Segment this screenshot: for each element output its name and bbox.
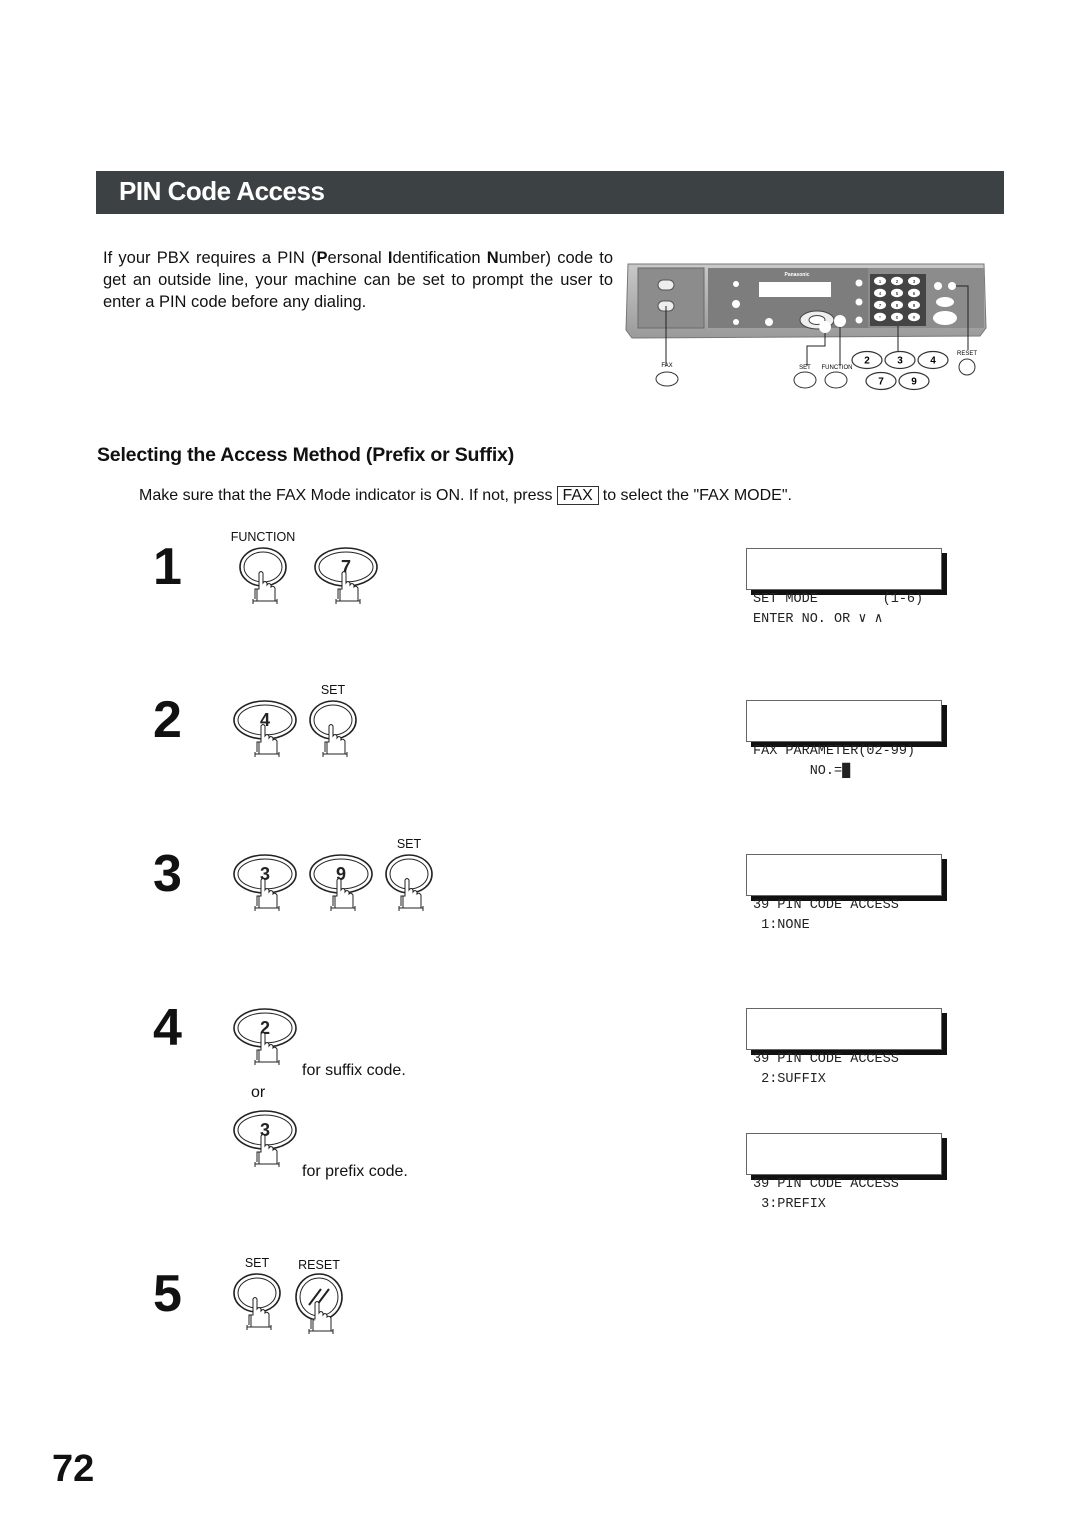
button-label: FUNCTION <box>230 530 296 544</box>
lcd-display-suffix: 39 PIN CODE ACCESS 2:SUFFIX <box>746 1008 942 1087</box>
panel-lcd-screen <box>759 282 831 297</box>
panel-indicator <box>732 300 740 308</box>
panel-reset-button <box>948 282 956 290</box>
set-button[interactable] <box>384 853 434 935</box>
step-number: 1 <box>153 538 182 596</box>
or-label: or <box>251 1084 266 1101</box>
suffix-caption: for suffix code. <box>302 1062 406 1079</box>
key-7-button[interactable]: 7 <box>313 546 379 628</box>
lcd-line-1: 39 PIN CODE ACCESS <box>753 898 899 913</box>
lcd-line-2: ENTER NO. OR ∨ ∧ <box>753 612 883 627</box>
panel-left-section <box>637 267 705 329</box>
control-panel-diagram: Panasonic 1 2 34 5 67 8 9* 0 # FAX SET FUNCTION … <box>625 263 987 391</box>
lcd-display-prefix: 39 PIN CODE ACCESS 3:PREFIX <box>746 1133 942 1212</box>
callout-reset-label: RESET <box>957 351 977 357</box>
step-number: 5 <box>153 1265 182 1323</box>
panel-button <box>934 282 942 290</box>
callout-function-label: FUNCTION <box>822 365 853 371</box>
callout-fax-button <box>655 371 679 387</box>
fax-mode-note: Make sure that the FAX Mode indicator is… <box>139 486 792 505</box>
subheading: Selecting the Access Method (Prefix or S… <box>97 444 515 466</box>
lcd-display-step1: SET MODE (1-6) ENTER NO. OR ∨ ∧ <box>746 548 942 627</box>
lcd-line-1: SET MODE (1-6) <box>753 592 924 607</box>
button-label: SET <box>320 683 346 697</box>
panel-indicator <box>733 281 739 287</box>
callout-key-label: 9 <box>911 377 917 388</box>
key-4-button[interactable]: 4 <box>232 699 298 781</box>
button-label: RESET <box>298 1258 340 1272</box>
intro-paragraph: If your PBX requires a PIN (Personal Ide… <box>103 247 613 313</box>
panel-function-button <box>834 315 846 327</box>
callout-function-button <box>824 371 848 389</box>
lcd-line-2: NO.=█ <box>753 764 851 779</box>
lcd-line-2: 1:NONE <box>753 918 810 933</box>
panel-start-button <box>933 311 957 325</box>
lcd-line-1: FAX PARAMETER(02-99) <box>753 744 916 759</box>
callout-set-label: SET <box>799 365 811 371</box>
reset-button[interactable] <box>294 1272 344 1362</box>
intro-text: If your PBX requires a PIN ( <box>103 249 317 267</box>
callout-number-keys: 2 3 4 7 9 <box>851 350 949 391</box>
callout-key-label: 3 <box>897 356 903 367</box>
set-button[interactable] <box>308 699 358 781</box>
key-3-button[interactable]: 3 <box>232 1109 298 1191</box>
panel-indicator <box>855 279 863 287</box>
callout-set-button <box>793 371 817 389</box>
lcd-display-step2: FAX PARAMETER(02-99) NO.=█ <box>746 700 942 779</box>
lcd-line-1: 39 PIN CODE ACCESS <box>753 1052 899 1067</box>
step-number: 4 <box>153 999 182 1057</box>
intro-text: ersonal <box>327 249 388 267</box>
fax-key[interactable]: FAX <box>556 486 599 505</box>
callout-key-label: 7 <box>878 377 884 388</box>
section-title-bar: PIN Code Access <box>96 171 1004 214</box>
lcd-line-2: 2:SUFFIX <box>753 1072 826 1087</box>
panel-set-button <box>819 321 831 333</box>
function-button[interactable] <box>238 546 288 628</box>
panel-indicator <box>855 316 863 324</box>
panel-brand: Panasonic <box>784 272 809 278</box>
panel-indicator <box>733 319 739 325</box>
keypad-key-label: * <box>879 315 881 320</box>
callout-fax-label: FAX <box>661 363 672 369</box>
note-text: to select the "FAX MODE". <box>602 487 792 504</box>
intro-text: dentification <box>392 249 487 267</box>
panel-button <box>936 297 954 307</box>
button-label: SET <box>396 837 422 851</box>
key-3-button[interactable]: 3 <box>232 853 298 935</box>
lcd-line-2: 3:PREFIX <box>753 1197 826 1212</box>
panel-copy-button <box>657 279 675 291</box>
callout-key-label: 2 <box>864 356 870 367</box>
intro-bold-n: N <box>486 249 499 267</box>
key-2-button[interactable]: 2 <box>232 1007 298 1089</box>
step-number: 2 <box>153 691 182 749</box>
note-text: Make sure that the FAX Mode indicator is… <box>139 487 553 504</box>
section-title: PIN Code Access <box>119 176 325 206</box>
intro-bold-p: P <box>316 249 328 267</box>
step-number: 3 <box>153 845 182 903</box>
page-number: 72 <box>52 1448 95 1490</box>
prefix-caption: for prefix code. <box>302 1163 408 1180</box>
callout-reset-button <box>958 358 976 376</box>
key-9-button[interactable]: 9 <box>308 853 374 935</box>
lcd-line-1: 39 PIN CODE ACCESS <box>753 1177 899 1192</box>
set-button[interactable] <box>232 1272 282 1354</box>
panel-indicator <box>855 298 863 306</box>
callout-key-label: 4 <box>930 356 936 367</box>
panel-button <box>765 318 773 326</box>
lcd-display-step3: 39 PIN CODE ACCESS 1:NONE <box>746 854 942 933</box>
